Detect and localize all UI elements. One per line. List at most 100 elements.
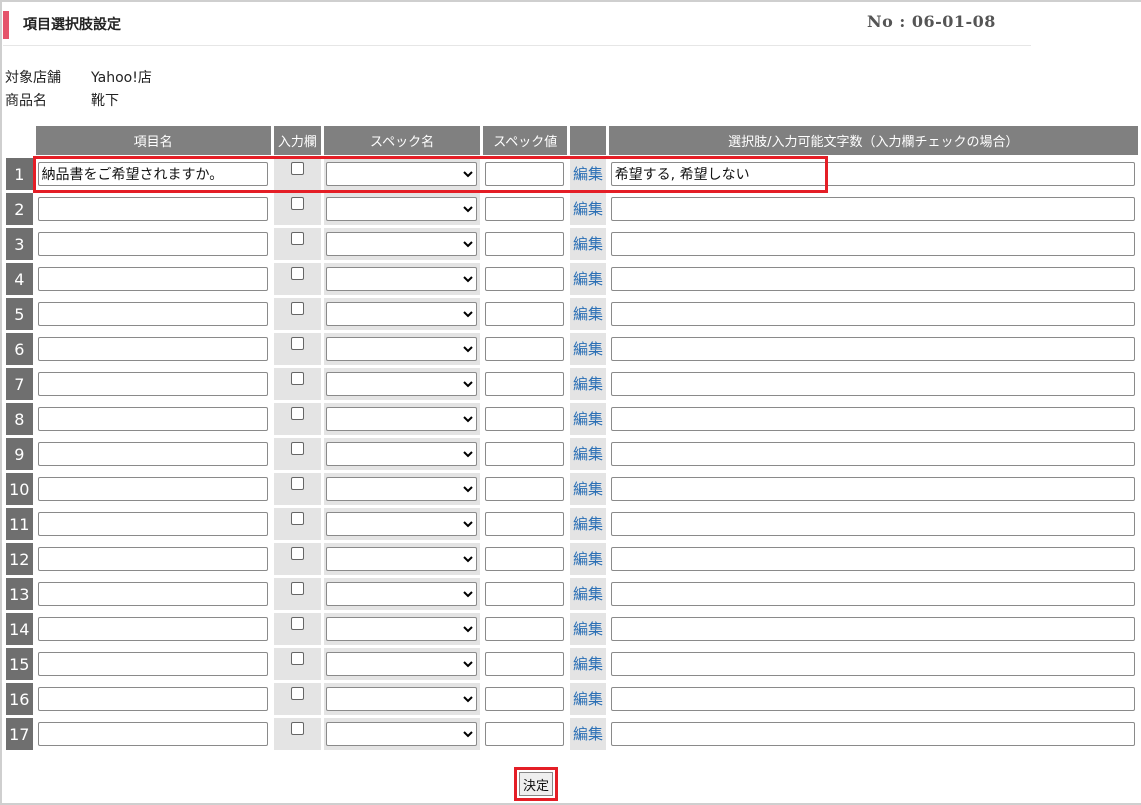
choices-input[interactable] [610,512,1135,536]
input-field-checkbox[interactable] [290,511,304,525]
item-name-input[interactable] [37,232,268,256]
edit-link[interactable]: 編集 [570,583,605,604]
spec-name-select[interactable] [325,337,477,361]
spec-name-select[interactable] [325,442,477,466]
item-name-input[interactable] [37,652,268,676]
edit-link[interactable]: 編集 [570,653,605,674]
choices-input[interactable] [610,337,1135,361]
spec-value-input[interactable] [485,722,565,746]
spec-name-select[interactable] [325,477,477,501]
choices-input[interactable] [610,442,1135,466]
spec-name-select[interactable] [325,232,477,256]
spec-value-input[interactable] [485,197,565,221]
input-field-checkbox[interactable] [290,616,304,630]
choices-input[interactable] [610,302,1135,326]
choices-input[interactable] [610,582,1135,606]
edit-link[interactable]: 編集 [570,303,605,324]
edit-link[interactable]: 編集 [570,233,605,254]
item-name-input[interactable] [37,722,268,746]
choices-input[interactable] [610,547,1135,571]
input-field-checkbox[interactable] [290,721,304,735]
item-name-input[interactable] [37,687,268,711]
spec-value-input[interactable] [485,477,565,501]
choices-input[interactable] [610,267,1135,291]
spec-value-input[interactable] [485,267,565,291]
input-field-checkbox[interactable] [290,546,304,560]
input-field-checkbox[interactable] [290,371,304,385]
spec-value-input[interactable] [485,512,565,536]
choices-input[interactable] [610,477,1135,501]
spec-value-input[interactable] [485,442,565,466]
spec-name-select[interactable] [325,197,477,221]
spec-name-select[interactable] [325,512,477,536]
spec-name-select[interactable] [325,407,477,431]
spec-value-input[interactable] [485,407,565,431]
edit-link[interactable]: 編集 [570,443,605,464]
spec-value-input[interactable] [485,162,565,186]
spec-value-input[interactable] [485,652,565,676]
edit-link[interactable]: 編集 [570,548,605,569]
spec-value-input[interactable] [485,617,565,641]
item-name-input[interactable] [37,337,268,361]
spec-value-input[interactable] [485,232,565,256]
item-name-input[interactable] [37,372,268,396]
spec-value-input[interactable] [485,372,565,396]
input-field-checkbox[interactable] [290,161,304,175]
item-name-input[interactable] [37,197,268,221]
spec-name-select[interactable] [325,687,477,711]
choices-input[interactable] [610,162,1135,186]
choices-input[interactable] [610,407,1135,431]
edit-link[interactable]: 編集 [570,338,605,359]
input-field-checkbox[interactable] [290,231,304,245]
spec-value-input[interactable] [485,337,565,361]
input-field-checkbox[interactable] [290,301,304,315]
edit-link[interactable]: 編集 [570,478,605,499]
spec-value-input[interactable] [485,582,565,606]
edit-link[interactable]: 編集 [570,373,605,394]
item-name-input[interactable] [37,477,268,501]
item-name-input[interactable] [37,617,268,641]
spec-name-select[interactable] [325,547,477,571]
item-name-input[interactable] [37,267,268,291]
choices-input[interactable] [610,372,1135,396]
choices-input[interactable] [610,722,1135,746]
edit-link[interactable]: 編集 [570,513,605,534]
spec-name-select[interactable] [325,652,477,676]
input-field-checkbox[interactable] [290,406,304,420]
item-name-input[interactable] [37,582,268,606]
input-field-checkbox[interactable] [290,581,304,595]
input-field-checkbox[interactable] [290,336,304,350]
choices-input[interactable] [610,652,1135,676]
choices-input[interactable] [610,617,1135,641]
edit-link[interactable]: 編集 [570,688,605,709]
input-field-checkbox[interactable] [290,196,304,210]
edit-link[interactable]: 編集 [570,268,605,289]
spec-value-input[interactable] [485,687,565,711]
edit-link[interactable]: 編集 [570,618,605,639]
input-field-checkbox[interactable] [290,266,304,280]
spec-name-select[interactable] [325,617,477,641]
spec-name-select[interactable] [325,162,477,186]
spec-name-select[interactable] [325,722,477,746]
item-name-input[interactable] [37,512,268,536]
input-field-checkbox[interactable] [290,476,304,490]
choices-input[interactable] [610,232,1135,256]
input-field-checkbox[interactable] [290,651,304,665]
input-field-checkbox[interactable] [290,686,304,700]
item-name-input[interactable] [37,302,268,326]
submit-button[interactable]: 決定 [519,772,553,796]
edit-link[interactable]: 編集 [570,198,605,219]
edit-link[interactable]: 編集 [570,408,605,429]
spec-name-select[interactable] [325,372,477,396]
spec-name-select[interactable] [325,582,477,606]
item-name-input[interactable] [37,547,268,571]
spec-value-input[interactable] [485,547,565,571]
item-name-input[interactable] [37,407,268,431]
edit-link[interactable]: 編集 [570,723,605,744]
spec-name-select[interactable] [325,302,477,326]
spec-value-input[interactable] [485,302,565,326]
item-name-input[interactable] [37,162,268,186]
choices-input[interactable] [610,197,1135,221]
item-name-input[interactable] [37,442,268,466]
spec-name-select[interactable] [325,267,477,291]
